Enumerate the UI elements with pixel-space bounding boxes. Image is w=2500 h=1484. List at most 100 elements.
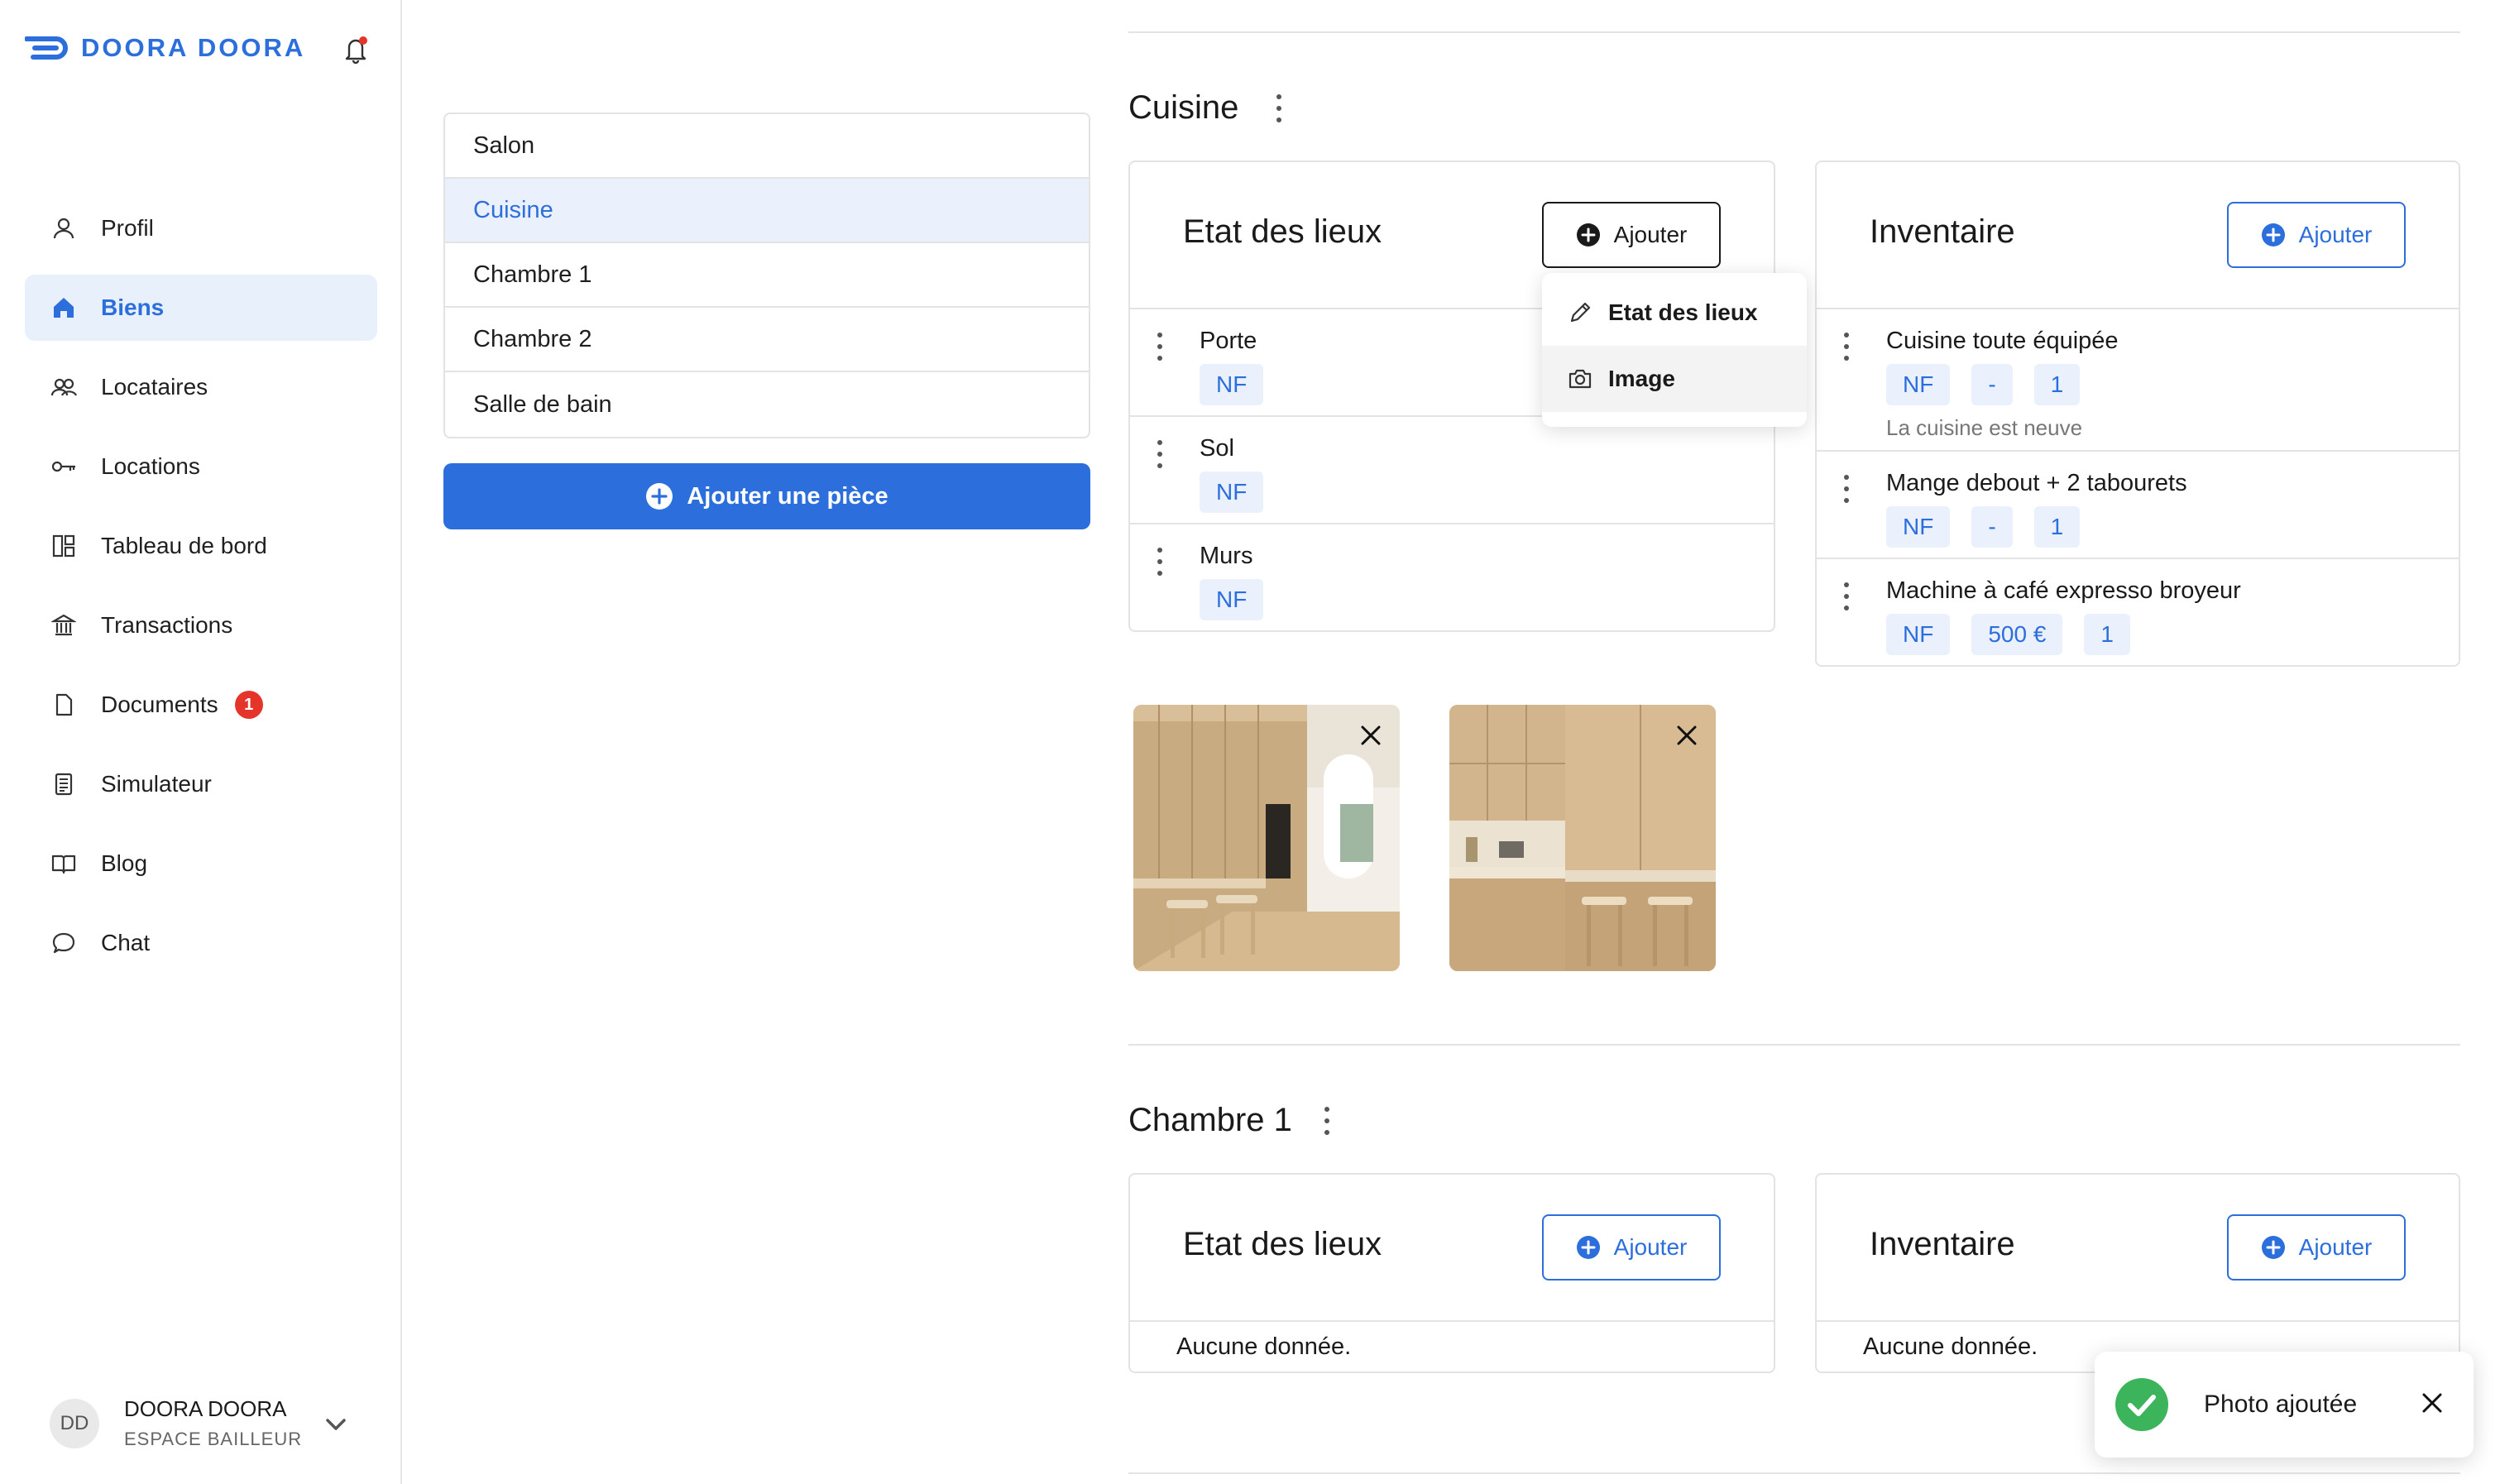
add-label: Ajouter — [2298, 1234, 2373, 1260]
sidebar-item-label: Tableau de bord — [101, 533, 267, 558]
row-menu-icon[interactable] — [1841, 475, 1851, 503]
sidebar-item-simulateur[interactable]: Simulateur — [25, 751, 377, 817]
inventaire-add-button[interactable]: Ajouter — [2227, 202, 2406, 268]
brand-logo[interactable]: DOORA DOORA — [25, 33, 305, 63]
sidebar-item-documents[interactable]: Documents 1 — [25, 672, 377, 738]
price-chip: - — [1971, 506, 2013, 548]
sidebar-item-label: Biens — [101, 294, 165, 320]
divider — [1128, 1044, 2460, 1046]
avatar: DD — [50, 1398, 99, 1448]
row-menu-icon[interactable] — [1841, 582, 1851, 610]
card-title: Etat des lieux — [1183, 1226, 1382, 1262]
sidebar-item-profil[interactable]: Profil — [25, 195, 377, 261]
plus-circle-icon — [1576, 223, 1600, 247]
section-menu-icon[interactable] — [1274, 94, 1284, 122]
state-chip: NF — [1886, 364, 1951, 405]
close-icon[interactable] — [1360, 725, 1382, 746]
section-menu-icon[interactable] — [1322, 1107, 1332, 1135]
book-icon — [50, 850, 78, 878]
price-chip: 500 € — [1971, 614, 2063, 655]
key-icon — [50, 452, 78, 481]
list-item: Cuisine toute équipée NF - 1 La cuisine … — [1817, 309, 2459, 452]
row-menu-icon[interactable] — [1841, 333, 1851, 361]
bank-icon — [50, 611, 78, 639]
card-title: Etat des lieux — [1183, 213, 1382, 250]
close-icon[interactable] — [2421, 1391, 2444, 1415]
plus-circle-icon — [2261, 223, 2285, 247]
plus-circle-icon — [1576, 1236, 1600, 1259]
section-title-cuisine: Cuisine — [1128, 89, 1239, 126]
list-item: Machine à café expresso broyeur NF 500 €… — [1817, 559, 2459, 665]
row-title: Cuisine toute équipée — [1886, 328, 2119, 354]
sidebar: DOORA DOORA Profil Biens Locataires Loca… — [0, 0, 402, 1484]
etat-add-button[interactable]: Ajouter — [1542, 1214, 1721, 1281]
card-title: Inventaire — [1870, 213, 2015, 250]
room-item-salon[interactable]: Salon — [445, 114, 1089, 179]
documents-badge: 1 — [234, 691, 263, 719]
toast-message: Photo ajoutée — [2204, 1391, 2358, 1418]
menu-item-label: Image — [1608, 366, 1675, 391]
quantity-chip: 1 — [2084, 614, 2130, 655]
row-menu-icon[interactable] — [1155, 548, 1165, 576]
user-icon — [50, 214, 78, 242]
sidebar-item-biens[interactable]: Biens — [25, 275, 377, 341]
home-icon — [50, 294, 78, 322]
add-room-button[interactable]: Ajouter une pièce — [443, 463, 1090, 529]
notification-button[interactable] — [342, 35, 369, 65]
room-item-cuisine[interactable]: Cuisine — [445, 179, 1089, 243]
etat-des-lieux-card: Etat des lieux Ajouter Aucune donnée. — [1128, 1173, 1775, 1373]
sidebar-item-label: Locations — [101, 453, 200, 479]
row-menu-icon[interactable] — [1155, 333, 1165, 361]
etat-add-button[interactable]: Ajouter — [1542, 202, 1721, 268]
empty-state: Aucune donnée. — [1176, 1333, 1352, 1360]
pencil-icon — [1570, 302, 1591, 323]
inventaire-card: Inventaire Ajouter Aucune donnée. — [1815, 1173, 2460, 1373]
close-icon[interactable] — [1676, 725, 1698, 746]
sidebar-item-label: Documents — [101, 692, 218, 717]
kitchen-photo[interactable] — [1449, 705, 1716, 971]
price-chip: - — [1971, 364, 2013, 405]
rooms-list: Salon Cuisine Chambre 1 Chambre 2 Salle … — [443, 112, 1090, 438]
room-item-chambre-2[interactable]: Chambre 2 — [445, 308, 1089, 372]
state-chip: NF — [1200, 579, 1264, 620]
add-dropdown-menu: Etat des lieux Image — [1542, 273, 1807, 427]
brand-name: DOORA DOORA — [81, 33, 306, 62]
menu-item-etat-des-lieux[interactable]: Etat des lieux — [1542, 280, 1807, 346]
quantity-chip: 1 — [2033, 506, 2081, 548]
menu-item-image[interactable]: Image — [1542, 346, 1807, 412]
sidebar-item-tableau-de-bord[interactable]: Tableau de bord — [25, 513, 377, 579]
row-menu-icon[interactable] — [1155, 440, 1165, 468]
inventaire-add-button[interactable]: Ajouter — [2227, 1214, 2406, 1281]
list-item: Sol NF — [1130, 417, 1774, 524]
row-title: Murs — [1200, 543, 1253, 569]
sidebar-item-blog[interactable]: Blog — [25, 831, 377, 897]
user-name: DOORA DOORA — [124, 1396, 287, 1421]
sidebar-item-label: Simulateur — [101, 771, 212, 797]
sidebar-item-locataires[interactable]: Locataires — [25, 354, 377, 420]
kitchen-photo[interactable] — [1133, 705, 1400, 971]
row-title: Sol — [1200, 435, 1234, 462]
add-room-label: Ajouter une pièce — [687, 482, 888, 510]
state-chip: NF — [1886, 506, 1951, 548]
card-title: Inventaire — [1870, 1226, 2015, 1262]
sidebar-item-chat[interactable]: Chat — [25, 910, 377, 976]
bell-icon — [345, 36, 367, 65]
room-item-chambre-1[interactable]: Chambre 1 — [445, 243, 1089, 308]
user-menu[interactable]: DD DOORA DOORA ESPACE BAILLEUR — [50, 1396, 302, 1450]
room-item-salle-de-bain[interactable]: Salle de bain — [445, 372, 1089, 437]
sidebar-item-transactions[interactable]: Transactions — [25, 592, 377, 658]
dashboard-icon — [50, 532, 78, 560]
plus-circle-icon — [646, 483, 673, 510]
sidebar-item-label: Transactions — [101, 612, 233, 638]
users-icon — [50, 373, 78, 401]
user-role: ESPACE BAILLEUR — [124, 1429, 303, 1449]
check-circle-icon — [2115, 1378, 2168, 1431]
menu-item-label: Etat des lieux — [1608, 299, 1758, 325]
sidebar-item-label: Chat — [101, 930, 151, 955]
row-note: La cuisine est neuve — [1886, 415, 2083, 440]
list-item: Mange debout + 2 tabourets NF - 1 — [1817, 452, 2459, 559]
sidebar-item-locations[interactable]: Locations — [25, 433, 377, 500]
document-icon — [50, 691, 78, 719]
chevron-down-icon[interactable] — [324, 1416, 347, 1433]
quantity-chip: 1 — [2033, 364, 2081, 405]
